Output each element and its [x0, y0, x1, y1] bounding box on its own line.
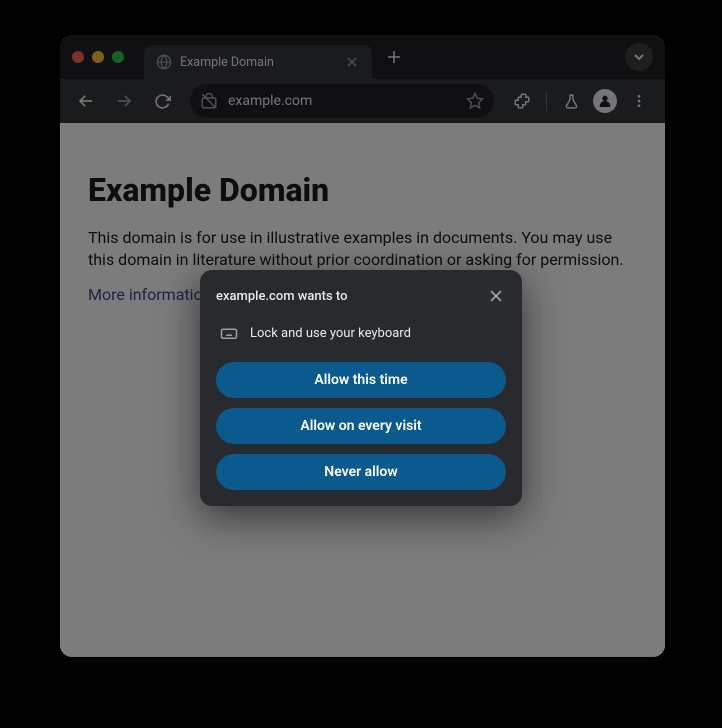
never-allow-button[interactable]: Never allow: [216, 454, 506, 490]
reload-button[interactable]: [146, 85, 178, 117]
extensions-button[interactable]: [506, 85, 538, 117]
globe-icon: [156, 54, 172, 70]
menu-button[interactable]: [623, 85, 655, 117]
page-heading: Example Domain: [88, 171, 637, 209]
url-text: example.com: [228, 93, 456, 109]
tab-close-button[interactable]: [344, 54, 360, 70]
dialog-header: example.com wants to: [216, 286, 506, 306]
labs-button[interactable]: [555, 85, 587, 117]
dialog-close-button[interactable]: [486, 286, 506, 306]
new-tab-button[interactable]: [380, 43, 408, 71]
page-paragraph: This domain is for use in illustrative e…: [88, 227, 633, 270]
dialog-permission-row: Lock and use your keyboard: [216, 324, 506, 342]
forward-button[interactable]: [108, 85, 140, 117]
window-minimize-button[interactable]: [92, 51, 104, 63]
dialog-buttons: Allow this time Allow on every visit Nev…: [216, 362, 506, 490]
permission-dialog: example.com wants to Lock and use your k…: [200, 270, 522, 506]
dialog-title: example.com wants to: [216, 289, 347, 304]
dialog-permission-text: Lock and use your keyboard: [250, 326, 411, 341]
keyboard-icon: [220, 324, 238, 342]
profile-button[interactable]: [593, 89, 617, 113]
back-button[interactable]: [70, 85, 102, 117]
allow-always-button[interactable]: Allow on every visit: [216, 408, 506, 444]
traffic-lights: [72, 51, 124, 63]
toolbar: example.com: [60, 79, 665, 123]
bookmark-star-icon[interactable]: [466, 92, 484, 110]
window-maximize-button[interactable]: [112, 51, 124, 63]
tab-title: Example Domain: [180, 55, 336, 70]
allow-once-button[interactable]: Allow this time: [216, 362, 506, 398]
site-info-icon[interactable]: [200, 92, 218, 110]
window-close-button[interactable]: [72, 51, 84, 63]
toolbar-divider: [546, 91, 547, 111]
address-bar[interactable]: example.com: [190, 84, 494, 118]
browser-tab[interactable]: Example Domain: [144, 45, 372, 79]
titlebar: Example Domain: [60, 35, 665, 79]
tab-overflow-button[interactable]: [625, 43, 653, 71]
